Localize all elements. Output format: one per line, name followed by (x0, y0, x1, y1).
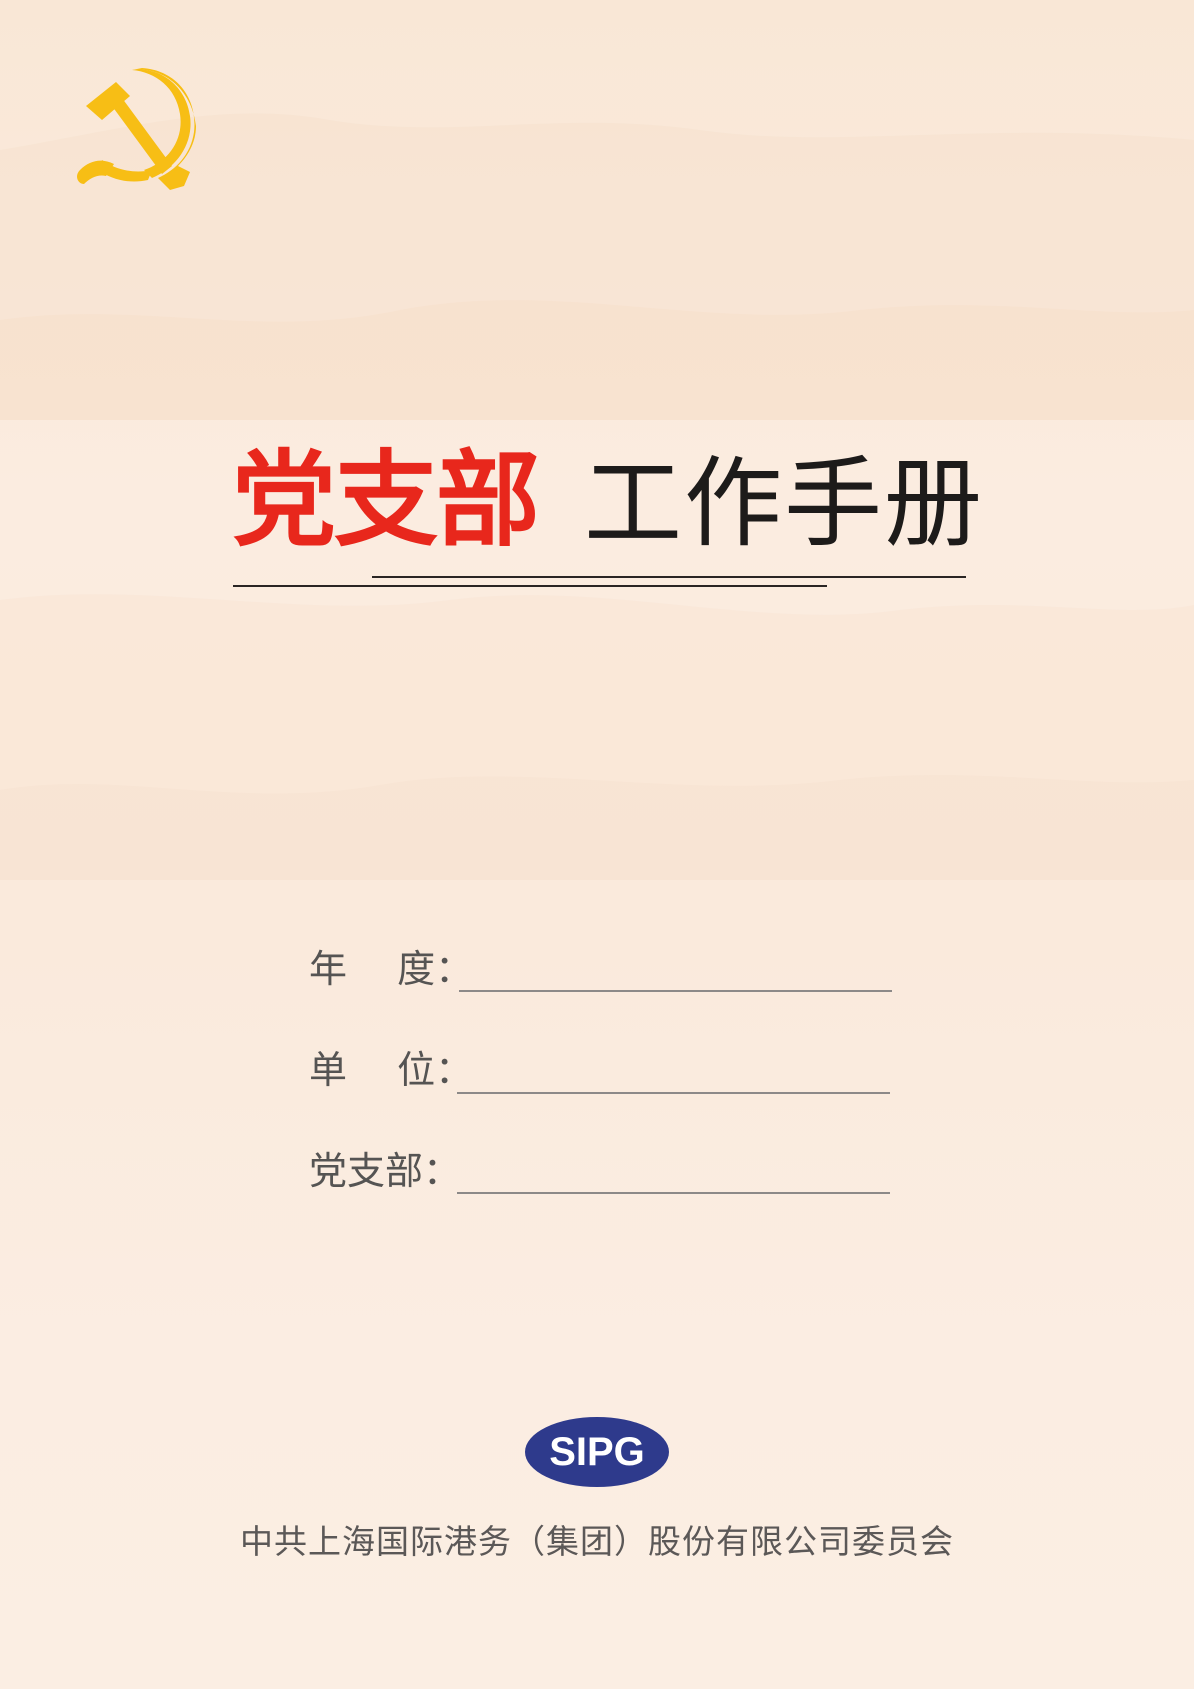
hammer-sickle-icon (77, 68, 196, 190)
field-unit-blank[interactable] (457, 1092, 890, 1094)
field-party-branch-label: 党支部： (309, 1149, 462, 1193)
background-wave-middle (0, 594, 1194, 880)
field-year-blank[interactable] (459, 990, 892, 992)
title-underline-lower (233, 585, 827, 587)
field-party-branch: 党支部： (309, 1146, 899, 1196)
field-unit: 单 位： (309, 1045, 899, 1095)
title-underline-upper (372, 576, 966, 578)
sipg-logo-text: SIPG (549, 1430, 645, 1474)
title-party-branch: 党支部 (232, 438, 540, 561)
field-year-label: 年 度： (309, 947, 474, 991)
sipg-logo: SIPG (525, 1417, 669, 1487)
organization-name: 中共上海国际港务（集团）股份有限公司委员会 (240, 1522, 954, 1561)
title-work-handbook: 工作手册 (584, 447, 985, 561)
field-party-branch-blank[interactable] (457, 1192, 890, 1194)
field-unit-label: 单 位： (309, 1048, 474, 1092)
field-year: 年 度： (309, 944, 899, 994)
